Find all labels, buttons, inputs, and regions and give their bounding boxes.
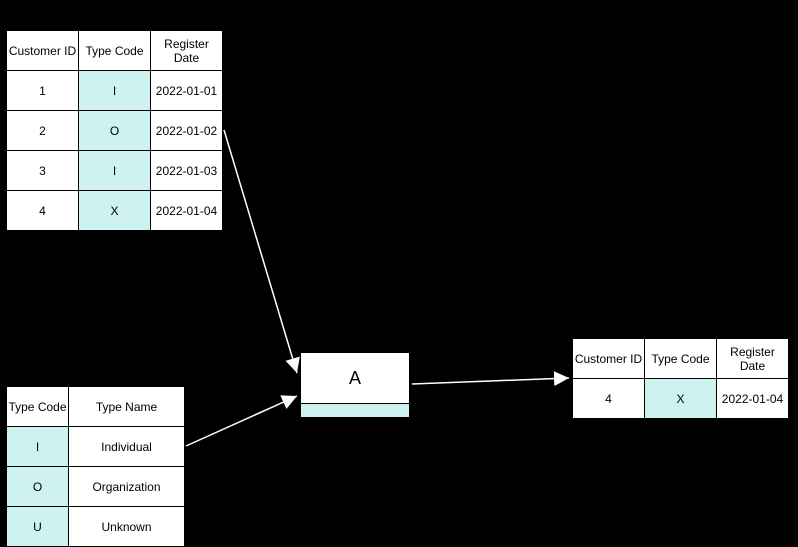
cell-id: 4 [573,379,645,419]
result-table: Customer ID Type Code RegisterDate 4 X 2… [572,338,789,419]
register-date-line1: Register [730,345,775,359]
col-type-name: Type Name [69,387,185,427]
col-register-date: RegisterDate [151,31,223,71]
col-register-date: RegisterDate [717,339,789,379]
cell-code: U [7,507,69,547]
table-row: I Individual [7,427,185,467]
cell-code: I [79,71,151,111]
operation-label: A [300,352,410,404]
cell-code: O [7,467,69,507]
arrow-types-to-op [186,396,297,446]
cell-date: 2022-01-04 [717,379,789,419]
cell-id: 1 [7,71,79,111]
col-type-code: Type Code [7,387,69,427]
operation-highlight-bar [300,404,410,418]
col-customer-id: Customer ID [573,339,645,379]
operation-block: A [300,352,410,418]
cell-date: 2022-01-03 [151,151,223,191]
types-table: Type Code Type Name I Individual O Organ… [6,386,185,547]
customers-table: Customer ID Type Code RegisterDate 1 I 2… [6,30,223,231]
table-row: 2 O 2022-01-02 [7,111,223,151]
table-row: 1 I 2022-01-01 [7,71,223,111]
cell-code: I [7,427,69,467]
cell-id: 2 [7,111,79,151]
register-date-line2: Date [174,51,199,65]
table-row: 3 I 2022-01-03 [7,151,223,191]
cell-id: 4 [7,191,79,231]
col-customer-id: Customer ID [7,31,79,71]
cell-date: 2022-01-04 [151,191,223,231]
table-row: 4 X 2022-01-04 [7,191,223,231]
table-row: 4 X 2022-01-04 [573,379,789,419]
col-type-code: Type Code [79,31,151,71]
cell-name: Unknown [69,507,185,547]
arrow-op-to-result [412,378,569,384]
cell-code: X [79,191,151,231]
cell-code: X [645,379,717,419]
cell-code: O [79,111,151,151]
cell-name: Organization [69,467,185,507]
table-row: U Unknown [7,507,185,547]
cell-date: 2022-01-01 [151,71,223,111]
cell-code: I [79,151,151,191]
table-row: O Organization [7,467,185,507]
arrow-customers-to-op [224,130,297,373]
cell-id: 3 [7,151,79,191]
cell-date: 2022-01-02 [151,111,223,151]
col-type-code: Type Code [645,339,717,379]
register-date-line2: Date [740,359,765,373]
cell-name: Individual [69,427,185,467]
register-date-line1: Register [164,37,209,51]
